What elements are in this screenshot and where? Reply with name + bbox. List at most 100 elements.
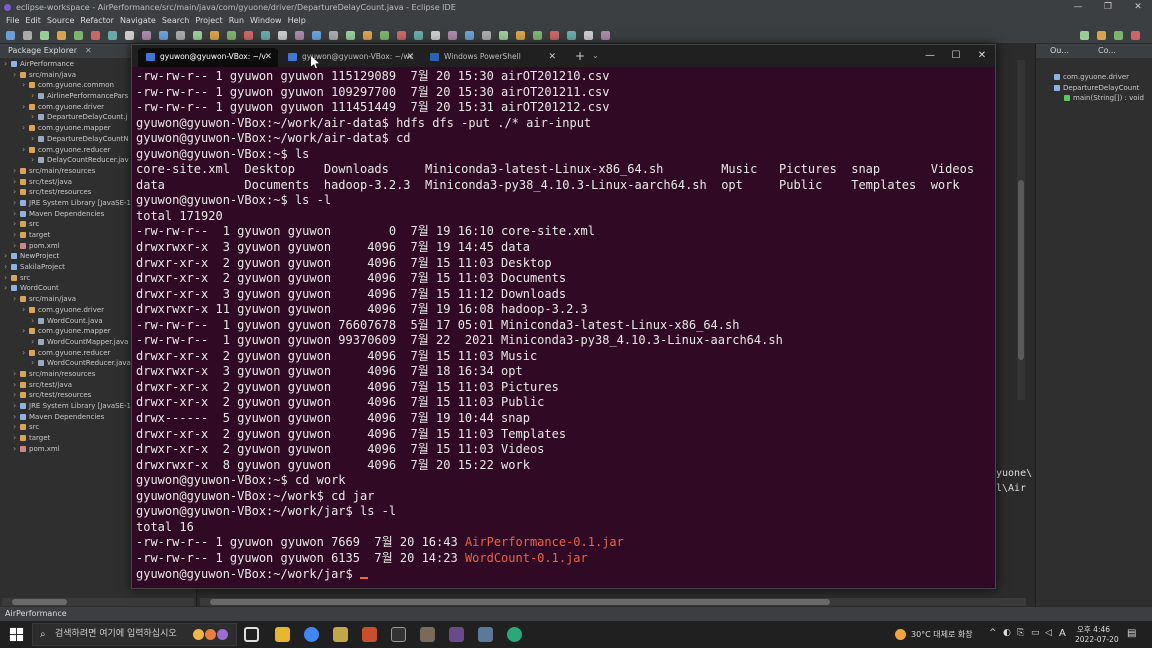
- chevron-icon[interactable]: ›: [13, 444, 20, 455]
- toolbar-button[interactable]: [278, 31, 287, 40]
- editor-horizontal-scrollbar[interactable]: [200, 598, 1026, 606]
- terminal-output[interactable]: -rw-rw-r-- 1 gyuwon gyuwon 115129089 7월 …: [132, 67, 995, 588]
- app-icon[interactable]: [507, 627, 522, 642]
- chevron-icon[interactable]: ›: [13, 433, 20, 444]
- chevron-icon[interactable]: ›: [13, 241, 20, 252]
- close-tab-icon[interactable]: ✕: [264, 48, 272, 66]
- outline-item[interactable]: com.gyuone.driver: [1036, 72, 1152, 83]
- chevron-icon[interactable]: ›: [13, 198, 20, 209]
- chrome-icon[interactable]: [304, 627, 319, 642]
- toolbar-button[interactable]: [125, 31, 134, 40]
- taskbar-search-box[interactable]: ⌕ 검색하려면 여기에 입력하십시오: [32, 623, 237, 646]
- app-icon[interactable]: [478, 627, 493, 642]
- toolbar-button[interactable]: [74, 31, 83, 40]
- eclipse-icon[interactable]: [449, 627, 464, 642]
- menu-window[interactable]: Window: [250, 15, 282, 27]
- toolbar-button[interactable]: [108, 31, 117, 40]
- toolbar-button[interactable]: [567, 31, 576, 40]
- tab-windows-powershell[interactable]: Windows PowerShell ✕: [422, 48, 562, 67]
- chevron-icon[interactable]: ›: [22, 348, 29, 359]
- chevron-icon[interactable]: ›: [13, 369, 20, 380]
- toolbar-button[interactable]: [329, 31, 338, 40]
- chevron-icon[interactable]: ›: [13, 412, 20, 423]
- chevron-icon[interactable]: ›: [4, 262, 11, 273]
- menu-edit[interactable]: Edit: [25, 15, 41, 27]
- toolbar-button[interactable]: [414, 31, 423, 40]
- windows-start-icon[interactable]: [9, 627, 24, 642]
- chevron-icon[interactable]: ›: [4, 59, 11, 70]
- notification-icon[interactable]: ▤: [1127, 628, 1136, 639]
- clock-date[interactable]: 2022-07-20: [1075, 635, 1119, 644]
- chevron-icon[interactable]: ›: [31, 134, 38, 145]
- console-tab[interactable]: Co...: [1098, 44, 1116, 58]
- toolbar-button[interactable]: [431, 31, 440, 40]
- outline-tab[interactable]: Ou...: [1036, 44, 1152, 58]
- chevron-icon[interactable]: ›: [13, 230, 20, 241]
- chevron-icon[interactable]: ›: [13, 209, 20, 220]
- toolbar-button[interactable]: [176, 31, 185, 40]
- chevron-icon[interactable]: ›: [31, 112, 38, 123]
- close-tab-icon[interactable]: ✕: [548, 48, 556, 66]
- toolbar-button[interactable]: [6, 31, 15, 40]
- chevron-icon[interactable]: ›: [22, 123, 29, 134]
- chevron-icon[interactable]: ›: [31, 155, 38, 166]
- chevron-icon[interactable]: ›: [22, 305, 29, 316]
- toolbar-button[interactable]: [601, 31, 610, 40]
- editor-vertical-scrollbar[interactable]: [1017, 60, 1025, 400]
- chevron-icon[interactable]: ›: [4, 283, 11, 294]
- chevron-icon[interactable]: ›: [13, 422, 20, 433]
- menu-source[interactable]: Source: [47, 15, 74, 27]
- usb-icon[interactable]: ⎘: [1017, 628, 1024, 638]
- perspective-button[interactable]: [1114, 31, 1123, 40]
- display-icon[interactable]: ▭: [1031, 628, 1040, 638]
- chevron-icon[interactable]: ›: [13, 70, 20, 81]
- outline-item[interactable]: main(String[]) : void: [1036, 93, 1152, 104]
- menu-file[interactable]: File: [6, 15, 19, 27]
- toolbar-button[interactable]: [380, 31, 389, 40]
- perspective-button[interactable]: [1080, 31, 1089, 40]
- minimize-icon[interactable]: —: [918, 47, 942, 65]
- toolbar-button[interactable]: [23, 31, 32, 40]
- chevron-icon[interactable]: ›: [13, 380, 20, 391]
- toolbar-button[interactable]: [499, 31, 508, 40]
- chevron-icon[interactable]: ›: [4, 273, 11, 284]
- new-tab-button[interactable]: +: [572, 47, 588, 65]
- chevron-icon[interactable]: ›: [22, 80, 29, 91]
- file-explorer-icon[interactable]: [275, 627, 290, 642]
- toolbar-button[interactable]: [159, 31, 168, 40]
- menu-refactor[interactable]: Refactor: [80, 15, 114, 27]
- app-icon[interactable]: [420, 627, 435, 642]
- toolbar-button[interactable]: [363, 31, 372, 40]
- ime-indicator[interactable]: A: [1059, 628, 1066, 639]
- toolbar-button[interactable]: [516, 31, 525, 40]
- chevron-icon[interactable]: ›: [4, 251, 11, 262]
- chevron-icon[interactable]: ›: [31, 316, 38, 327]
- terminal-icon[interactable]: [391, 627, 406, 642]
- toolbar-button[interactable]: [346, 31, 355, 40]
- toolbar-button[interactable]: [57, 31, 66, 40]
- perspective-button[interactable]: [1131, 31, 1140, 40]
- toolbar-button[interactable]: [261, 31, 270, 40]
- chevron-icon[interactable]: ›: [22, 326, 29, 337]
- close-icon[interactable]: ✕: [970, 47, 994, 65]
- chevron-icon[interactable]: ›: [13, 390, 20, 401]
- menu-search[interactable]: Search: [162, 15, 189, 27]
- chevron-icon[interactable]: ›: [31, 91, 38, 102]
- chevron-icon[interactable]: ›: [13, 166, 20, 177]
- chevron-icon[interactable]: ›: [13, 177, 20, 188]
- menu-help[interactable]: Help: [288, 15, 306, 27]
- chevron-up-icon[interactable]: ^: [989, 628, 997, 638]
- chevron-icon[interactable]: ›: [13, 294, 20, 305]
- network-icon[interactable]: ◐: [1003, 628, 1011, 638]
- chevron-icon[interactable]: ›: [13, 187, 20, 198]
- toolbar-button[interactable]: [465, 31, 474, 40]
- toolbar-button[interactable]: [584, 31, 593, 40]
- chevron-icon[interactable]: ›: [22, 145, 29, 156]
- chevron-icon[interactable]: ›: [31, 358, 38, 369]
- chevron-icon[interactable]: ›: [13, 219, 20, 230]
- toolbar-button[interactable]: [244, 31, 253, 40]
- toolbar-button[interactable]: [397, 31, 406, 40]
- package-explorer-horizontal-scrollbar[interactable]: [2, 598, 194, 606]
- close-icon[interactable]: ✕: [85, 46, 92, 55]
- tab-ssh-vbox-wc[interactable]: gyuwon@gyuwon-VBox: ~/wc ✕: [280, 48, 420, 67]
